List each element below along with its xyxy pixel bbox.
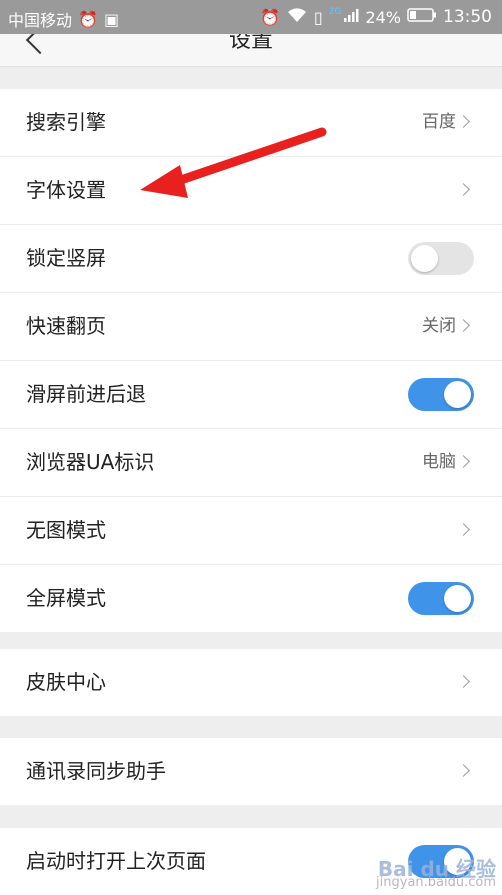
row-label: 皮肤中心: [26, 670, 106, 694]
row-lock-portrait: 锁定竖屏: [0, 225, 502, 293]
row-label: 锁定竖屏: [26, 246, 106, 270]
toggle-knob: [444, 585, 471, 612]
chevron-right-icon: [457, 523, 470, 536]
settings-group-skin: 皮肤中心: [0, 649, 502, 716]
clock: 13:50: [443, 7, 492, 27]
page-title: 设置: [228, 34, 273, 53]
row-label: 搜索引擎: [26, 110, 106, 134]
settings-group-contacts: 通讯录同步助手: [0, 738, 502, 805]
row-search-engine[interactable]: 搜索引擎 百度: [0, 89, 502, 157]
battery-icon: [407, 7, 437, 27]
row-no-image-mode[interactable]: 无图模式: [0, 497, 502, 565]
image-notification-icon: ▣: [103, 9, 120, 29]
row-value: 百度: [422, 112, 456, 132]
row-value: 关闭: [422, 316, 456, 336]
row-label: 全屏模式: [26, 586, 106, 610]
sim-icon: ▯: [313, 7, 323, 27]
row-swipe-navigation: 滑屏前进后退: [0, 361, 502, 429]
chevron-right-icon: [457, 319, 470, 332]
chevron-right-icon: [457, 455, 470, 468]
row-fullscreen-mode: 全屏模式: [0, 565, 502, 632]
baidu-watermark: Bai du 经验 jingyan.baidu.com: [376, 857, 496, 890]
row-label: 启动时打开上次页面: [26, 849, 206, 873]
alarm-icon: ⏰: [78, 9, 98, 29]
network-type-label: 2G: [328, 7, 342, 17]
row-label: 字体设置: [26, 178, 106, 202]
row-label: 通讯录同步助手: [26, 759, 166, 783]
chevron-right-icon: [457, 675, 470, 688]
title-bar: 设置: [0, 34, 502, 67]
row-skin-center[interactable]: 皮肤中心: [0, 649, 502, 716]
watermark-brand: Bai du 经验: [377, 857, 496, 881]
row-label: 快速翻页: [26, 314, 106, 338]
row-user-agent[interactable]: 浏览器UA标识 电脑: [0, 429, 502, 497]
swipe-navigation-toggle[interactable]: [408, 378, 474, 411]
carrier-label: 中国移动: [8, 11, 73, 30]
row-label: 浏览器UA标识: [26, 450, 155, 474]
battery-percent: 24%: [365, 7, 401, 27]
signal-icon: [343, 7, 359, 27]
row-value: 电脑: [422, 452, 456, 472]
row-font-settings[interactable]: 字体设置: [0, 157, 502, 225]
watermark-url: jingyan.baidu.com: [376, 875, 496, 890]
toggle-knob: [444, 381, 471, 408]
chevron-right-icon: [457, 115, 470, 128]
row-fast-page-turn[interactable]: 快速翻页 关闭: [0, 293, 502, 361]
row-contacts-sync[interactable]: 通讯录同步助手: [0, 738, 502, 805]
alarm-status-icon: ⏰: [260, 7, 280, 27]
settings-group-general: 搜索引擎 百度 字体设置 锁定竖屏 快速翻页 关闭 滑屏前进后退 浏览器UA标识…: [0, 89, 502, 632]
row-label: 无图模式: [26, 518, 106, 542]
chevron-right-icon: [457, 764, 470, 777]
status-bar: 中国移动 ⏰ ▣ ⏰ ▯ 2G 24% 13:50: [0, 0, 502, 34]
lock-portrait-toggle[interactable]: [408, 242, 474, 275]
chevron-right-icon: [457, 183, 470, 196]
fullscreen-mode-toggle[interactable]: [408, 582, 474, 615]
toggle-knob: [411, 245, 438, 272]
row-label: 滑屏前进后退: [26, 382, 146, 406]
wifi-icon: [286, 7, 308, 27]
